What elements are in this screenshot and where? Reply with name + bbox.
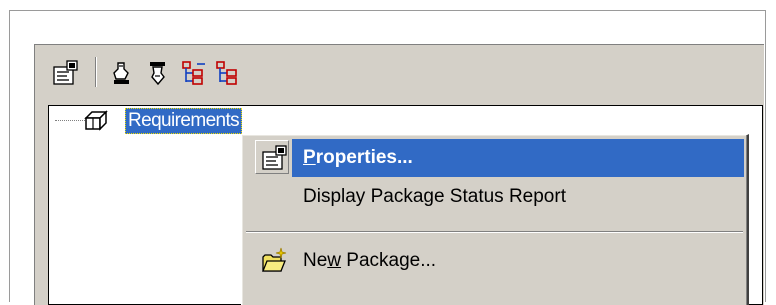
menu-separator	[246, 231, 743, 233]
toolbar-check-in-button[interactable]	[145, 60, 171, 86]
toolbar	[35, 45, 764, 99]
menu-item-display-package-status-report[interactable]: Display Package Status Report	[245, 178, 744, 216]
properties-icon	[262, 145, 287, 170]
menu-item-label: Properties...	[303, 147, 413, 168]
check-in-icon	[150, 62, 165, 86]
context-menu: Properties... Display Package Status Rep…	[241, 134, 749, 305]
check-out-icon	[113, 62, 129, 84]
package-icon	[84, 110, 108, 131]
new-package-icon	[262, 247, 287, 272]
menu-item-properties[interactable]: Properties...	[245, 139, 744, 177]
collapse-tree-icon	[216, 61, 237, 85]
tree-node-requirements[interactable]: Requirements	[125, 108, 243, 134]
menu-item-new-package[interactable]: New Package...	[245, 242, 744, 280]
menu-item-label: Display Package Status Report	[303, 186, 566, 207]
menu-item-label: New Package...	[303, 250, 437, 271]
toolbar-properties-button[interactable]	[52, 60, 78, 86]
properties-icon	[53, 60, 78, 85]
toolbar-collapse-tree-button[interactable]	[215, 60, 241, 86]
expand-tree-icon	[182, 61, 205, 85]
toolbar-expand-tree-button[interactable]	[181, 60, 207, 86]
toolbar-check-out-button[interactable]	[109, 60, 135, 86]
toolbar-separator	[95, 57, 96, 87]
